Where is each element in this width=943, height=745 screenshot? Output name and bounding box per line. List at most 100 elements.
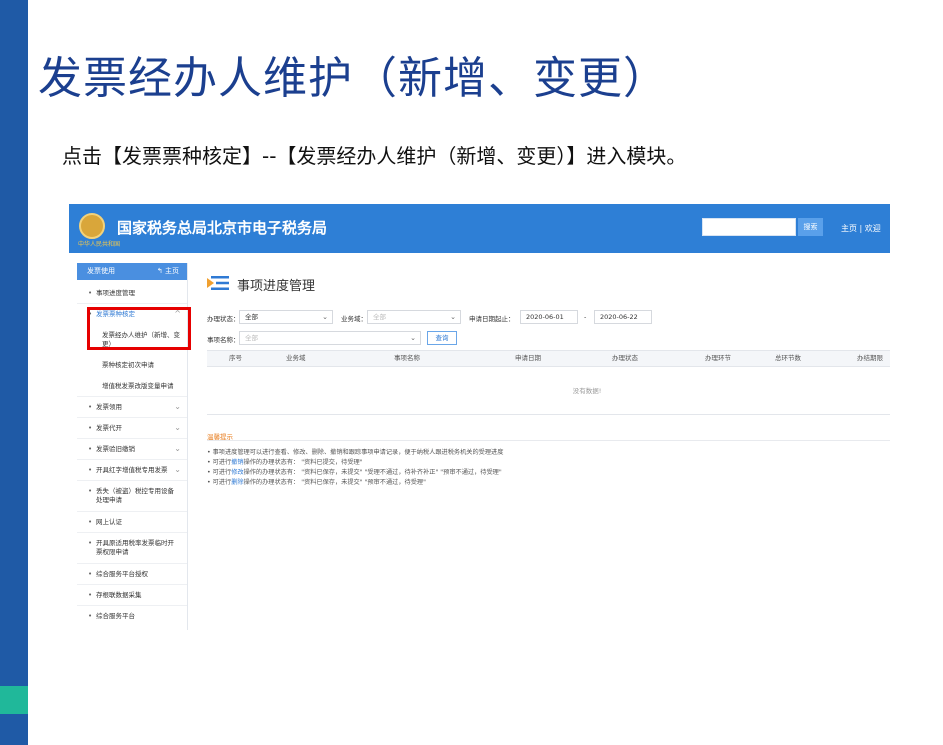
slide-left-bar [0,0,28,745]
sidebar-subitem-vat-change[interactable]: 增值税发票改版变量申请 [102,382,182,391]
sidebar-item-label: 发票代开 [96,424,122,432]
bullet-icon: • [88,445,93,453]
main-content: 事项进度管理 办理状态： 全部 ⌄ 业务域： 全部 ⌄ 申请日期起止： 2020… [197,263,890,630]
sidebar-item-label: 事项进度管理 [96,289,135,297]
tip-text: • 事项进度管理可以进行查看、修改、删除、撤销和跟踪事项申请记录，便于纳税人跟进… [207,449,504,456]
date-to-value: 2020-06-22 [600,313,638,321]
divider [77,532,187,533]
sidebar-item-label: 发票验旧缴销 [96,445,135,453]
tip-line: • 可进行撤销操作的办理状态有： "资料已提交，待受理" [207,457,363,466]
sidebar-item-label: 网上认证 [96,518,122,526]
sidebar-header: 发票使用 ↰ 主页 [77,263,187,280]
slide-subtitle: 点击【发票票种核定】--【发票经办人维护（新增、变更）】进入模块。 [62,144,687,168]
sidebar-home-label: 主页 [165,267,179,275]
bullet-icon: • [88,289,93,297]
column-header: 序号 [229,354,242,362]
name-select-placeholder: 全部 [245,334,258,342]
name-label: 事项名称： [207,336,240,344]
name-select[interactable]: 全部 ⌄ [239,331,421,345]
sidebar-item-label: 存根联数据采集 [96,591,142,599]
app-header: 中华人民共和国 国家税务总局北京市电子税务局 搜索 主页 | 欢迎 [69,204,890,253]
column-header: 办理状态 [612,354,638,362]
date-range-label: 申请日期起止： [469,315,515,323]
date-from-value: 2020-06-01 [526,313,564,321]
query-button[interactable]: 查询 [427,331,457,345]
sidebar-item-label: 丢失（被盗）税控专用设备处理申请 [96,487,174,504]
column-header: 事项名称 [394,354,420,362]
tip-line: • 事项进度管理可以进行查看、修改、删除、撤销和跟踪事项申请记录，便于纳税人跟进… [207,447,503,456]
domain-select[interactable]: 全部 ⌄ [367,310,461,324]
bullet-icon: • [88,570,93,578]
slide-accent-block [0,686,28,714]
chevron-down-icon: ⌄ [174,444,181,453]
tip-highlight: 删除 [231,479,244,486]
column-header: 业务域 [286,354,306,362]
tip-text: • 可进行 [207,459,232,466]
sidebar-item-label: 发票领用 [96,403,122,411]
bullet-icon: • [88,539,93,547]
date-from-input[interactable]: 2020-06-01 [520,310,578,324]
divider [77,584,187,585]
divider [77,438,187,439]
app-screenshot: 中华人民共和国 国家税务总局北京市电子税务局 搜索 主页 | 欢迎 发票使用 ↰… [69,204,890,630]
page-title: 事项进度管理 [237,279,316,294]
domain-select-placeholder: 全部 [373,313,386,321]
bullet-icon: • [88,518,93,526]
divider [77,417,187,418]
sidebar-header-label: 发票使用 [87,267,115,275]
sidebar-home-link[interactable]: ↰ 主页 [157,263,179,280]
sidebar-item-label: 开具红字增值税专用发票 [96,466,168,474]
sidebar-subitem-initial-application[interactable]: 票种核定初次申请 [102,361,182,370]
sidebar-item-label: 综合服务平台授权 [96,570,148,578]
search-button[interactable]: 搜索 [798,218,823,236]
tip-highlight: 修改 [231,469,244,476]
top-links[interactable]: 主页 | 欢迎 [841,223,881,234]
divider [77,563,187,564]
national-emblem-icon [79,213,105,239]
date-to-input[interactable]: 2020-06-22 [594,310,652,324]
table-header: 序号 业务域 事项名称 申请日期 办理状态 办理环节 总环节数 办结期限 [207,350,890,367]
tip-highlight: 撤销 [231,459,244,466]
tip-line: • 可进行删除操作的办理状态有： "资料已保存，未提交" "预审不通过，待受理" [207,477,426,486]
tip-line: • 可进行修改操作的办理状态有： "资料已保存，未提交" "受理不通过，待补齐补… [207,467,502,476]
tip-text: 操作的办理状态有： "资料已提交，待受理" [243,459,363,466]
tip-text: 操作的办理状态有： "资料已保存，未提交" "受理不通过，待补齐补正" "预审不… [243,469,502,476]
bullet-icon: • [88,487,93,495]
bullet-icon: • [88,591,93,599]
column-header: 申请日期 [515,354,541,362]
slide-title: 发票经办人维护（新增、变更） [38,53,668,104]
divider [77,303,187,304]
chevron-down-icon: ⌄ [410,334,416,342]
domain-label: 业务域： [341,315,367,323]
sidebar-item-label: 开具原适用税率发票临时开票权限申请 [96,539,174,556]
sidebar-item-label: 综合服务平台 [96,612,135,620]
search-input[interactable] [702,218,796,236]
chevron-down-icon: ⌄ [174,465,181,474]
chevron-down-icon: ⌄ [174,402,181,411]
empty-state: 没有数据! [572,387,602,395]
column-header: 办结期限 [857,354,883,362]
highlight-box [87,307,191,350]
chevron-down-icon: ⌄ [174,423,181,432]
list-icon [207,276,229,290]
bullet-icon: • [88,403,93,411]
status-label: 办理状态： [207,315,240,323]
column-header: 总环节数 [775,354,801,362]
divider [77,396,187,397]
bullet-icon: • [88,466,93,474]
chevron-down-icon: ⌄ [450,313,456,321]
chevron-down-icon: ⌄ [322,313,328,321]
divider [77,511,187,512]
tip-text: • 可进行 [207,479,232,486]
date-separator: - [584,313,587,321]
app-title: 国家税务总局北京市电子税务局 [117,219,328,237]
status-select-value: 全部 [245,313,258,321]
column-header: 办理环节 [705,354,731,362]
emblem-caption: 中华人民共和国 [78,241,121,248]
table-body: 没有数据! [207,366,890,415]
divider [77,459,187,460]
divider [77,605,187,606]
tip-text: 操作的办理状态有： "资料已保存，未提交" "预审不通过，待受理" [243,479,426,486]
divider [207,440,890,441]
status-select[interactable]: 全部 ⌄ [239,310,333,324]
